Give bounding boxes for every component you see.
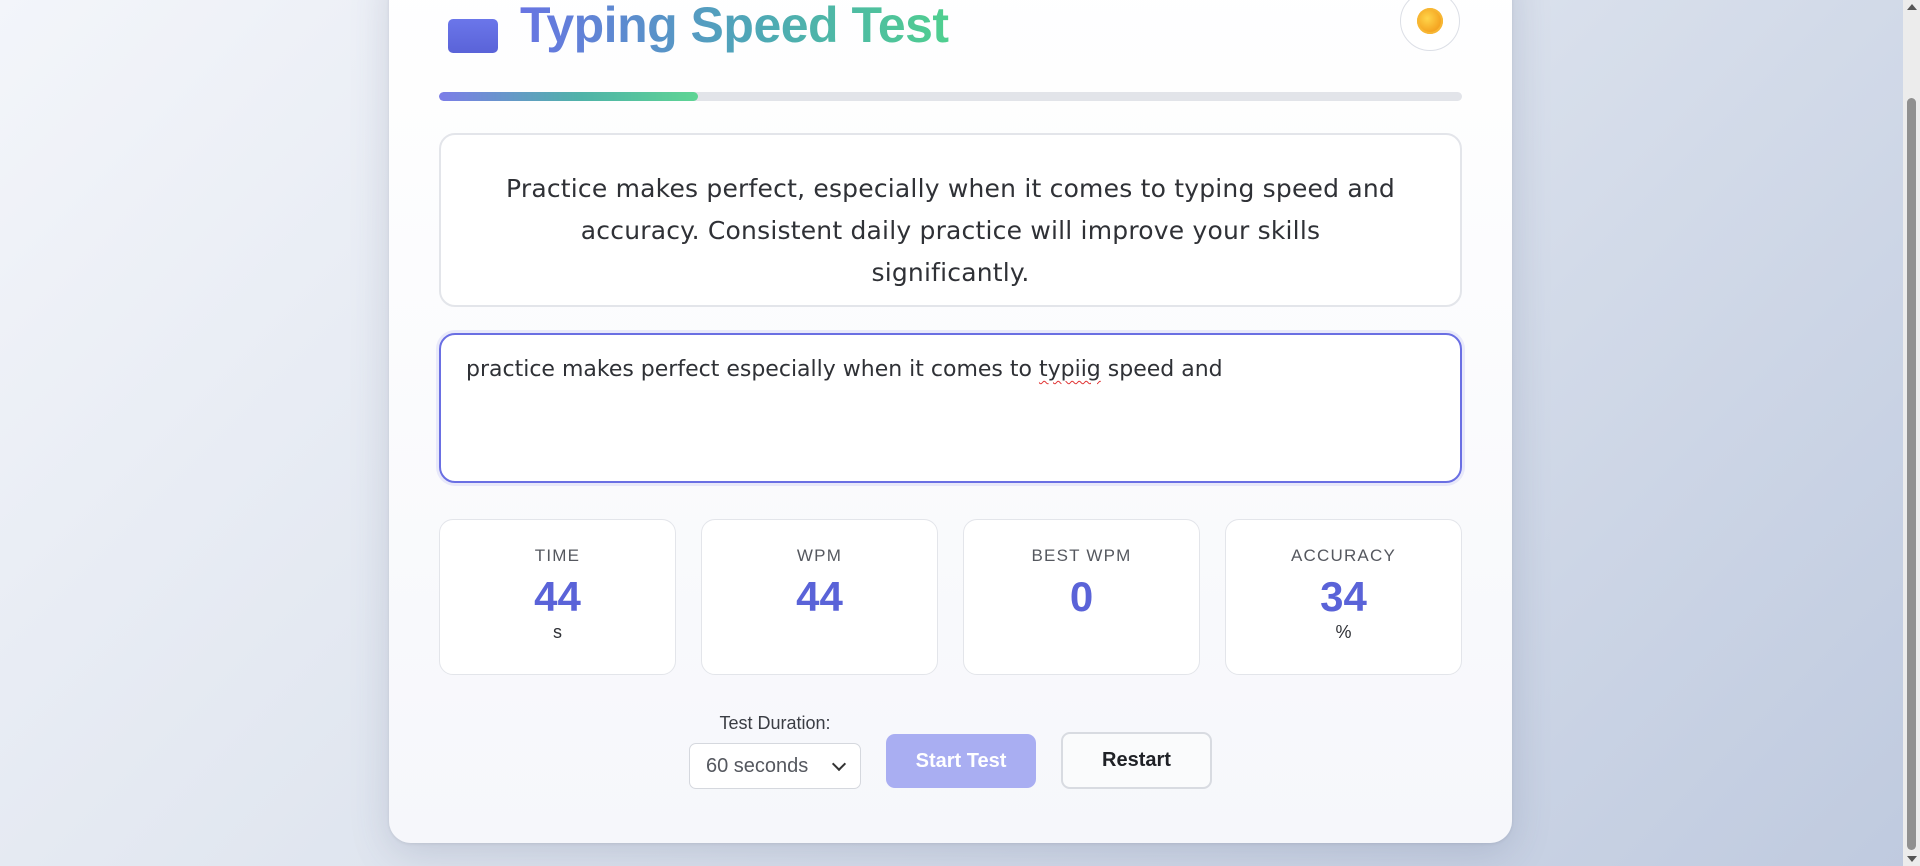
stat-time: TIME 44 s	[439, 519, 676, 675]
duration-label: Test Duration:	[719, 713, 831, 733]
stat-label: TIME	[534, 546, 581, 565]
page-title: Typing Speed Test	[520, 0, 949, 54]
chevron-down-icon	[831, 756, 847, 772]
scroll-up-arrow-icon[interactable]	[1907, 4, 1917, 10]
stat-label: BEST WPM	[1031, 546, 1132, 565]
keyboard-icon	[448, 19, 498, 53]
progress-bar	[439, 92, 1462, 101]
stat-value: 44	[796, 573, 843, 620]
typed-text-tail: speed and	[1100, 357, 1223, 382]
typing-input[interactable]: practice makes perfect especially when i…	[439, 333, 1462, 483]
duration-selected-value: 60 seconds	[706, 754, 809, 777]
stat-value: 44	[534, 573, 581, 620]
typed-text: practice makes perfect especially when i…	[466, 357, 1039, 382]
stat-wpm: WPM 44	[701, 519, 938, 675]
stat-label: WPM	[796, 546, 843, 565]
restart-button[interactable]: Restart	[1061, 732, 1212, 789]
stat-unit: s	[553, 622, 562, 642]
stat-value: 0	[1069, 573, 1094, 620]
vertical-scrollbar[interactable]	[1903, 0, 1920, 866]
stat-value: 34	[1320, 573, 1367, 620]
scroll-down-arrow-icon[interactable]	[1907, 856, 1917, 862]
stat-label: ACCURACY	[1290, 546, 1396, 565]
passage-text: Practice makes perfect, especially when …	[439, 133, 1462, 307]
stats-row: TIME 44 s WPM 44 BEST WPM 0 ACCURACY 34 …	[439, 519, 1462, 675]
scroll-thumb[interactable]	[1907, 98, 1916, 850]
start-test-button[interactable]: Start Test	[886, 734, 1036, 788]
stat-accuracy: ACCURACY 34 %	[1225, 519, 1462, 675]
stat-best-wpm: BEST WPM 0	[963, 519, 1200, 675]
duration-select[interactable]: 60 seconds	[689, 743, 861, 789]
progress-fill	[439, 92, 698, 101]
app-header: Typing Speed Test	[448, 0, 949, 60]
stat-unit: %	[1335, 622, 1352, 642]
duration-group: Test Duration: 60 seconds	[689, 713, 861, 789]
sun-icon	[1417, 8, 1443, 34]
misspelled-word: typiig	[1038, 357, 1101, 382]
controls-row: Test Duration: 60 seconds Start Test Res…	[689, 713, 1212, 789]
